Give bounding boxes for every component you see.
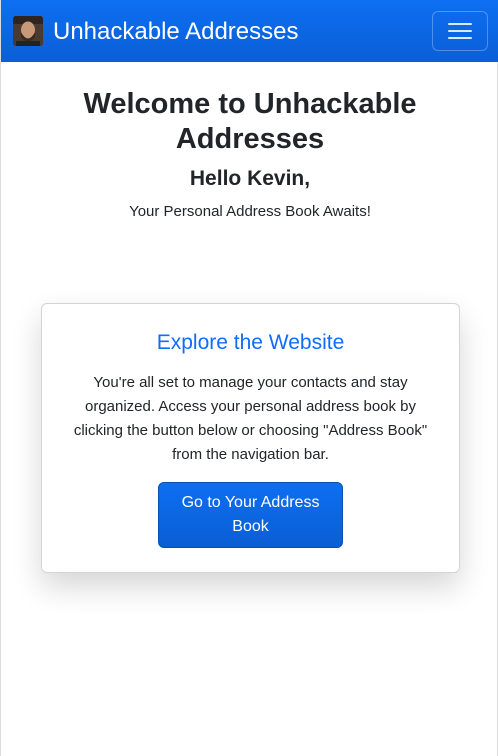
user-avatar[interactable] [13,16,43,46]
subtitle: Your Personal Address Book Awaits! [129,203,371,220]
page-title: Welcome to Unhackable Addresses [83,88,417,155]
card-text: You're all set to manage your contacts a… [73,374,428,463]
explore-card: Explore the Website You're all set to ma… [41,303,460,573]
user-avatar-icon [13,16,43,46]
navbar: Unhackable Addresses [1,0,498,62]
greeting: Hello Kevin, [189,167,311,190]
address-book-button[interactable]: Go to Your Address Book [158,482,343,548]
brand-title[interactable]: Unhackable Addresses [53,16,298,48]
hamburger-menu-icon [448,23,472,25]
navbar-toggler-button[interactable] [432,11,488,51]
page: Unhackable Addresses Welcome to Unhackab… [0,0,498,756]
card-title: Explore the Website [156,331,345,354]
